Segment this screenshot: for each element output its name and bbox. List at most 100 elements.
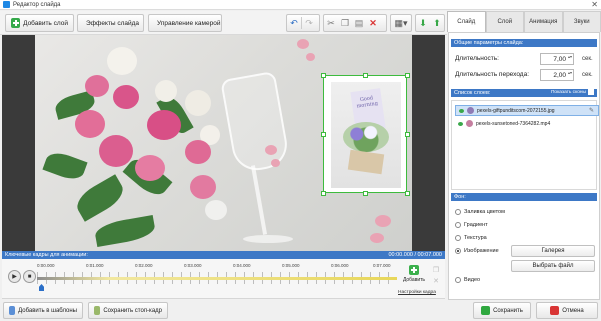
tab-slide[interactable]: Слайд [447, 11, 486, 32]
keyframe-marker[interactable] [39, 284, 44, 291]
window-title: Редактор слайда [13, 1, 61, 8]
duration-field[interactable]: 7,00 [540, 53, 574, 65]
resize-handle[interactable] [405, 191, 410, 196]
delete-keyframe-icon[interactable]: ✕ [432, 278, 440, 286]
pink-rose [135, 155, 165, 181]
save-button[interactable]: Сохранить [473, 302, 531, 319]
edit-icon[interactable]: ✎ [589, 107, 594, 114]
bg-option-video[interactable]: Видео [455, 277, 480, 283]
timeline-bar [37, 277, 397, 280]
bg-option-image[interactable]: Изображение [455, 248, 499, 254]
radio-icon [455, 209, 461, 215]
resize-handle[interactable] [363, 191, 368, 196]
duration-value: 7,00 [553, 55, 566, 63]
petal [297, 39, 309, 49]
petal [375, 215, 391, 227]
add-keyframe-button[interactable]: Добавить [401, 265, 427, 283]
resize-handle[interactable] [321, 73, 326, 78]
layers-section-header: Список слоев: Показать сконы [451, 89, 597, 97]
glass-base [243, 235, 293, 243]
save-still-label: Сохранить стоп-кадр [103, 307, 162, 314]
app-icon [3, 1, 10, 8]
checkmark-icon [481, 306, 491, 315]
petal [271, 159, 280, 167]
timeline-ruler[interactable]: 0:00.000 0:01.000 0:02.000 0:03.000 0:04… [37, 263, 397, 293]
bg-option-label: Градиент [464, 222, 488, 228]
window-close-icon[interactable]: ✕ [591, 0, 598, 10]
visibility-icon[interactable] [459, 108, 464, 113]
resize-handle[interactable] [321, 132, 326, 137]
paste-icon[interactable]: ▤ [352, 15, 366, 31]
tab-layer[interactable]: Слой [485, 11, 524, 32]
resize-handle[interactable] [321, 191, 326, 196]
radio-icon [455, 277, 461, 283]
glass-bowl [220, 70, 291, 175]
cancel-button[interactable]: Отмена [536, 302, 598, 319]
layer-item[interactable]: pexels-giftpunditscom-2072155.jpg ✎ [455, 105, 599, 116]
transition-field[interactable]: 2,00 [540, 69, 574, 81]
tab-sounds[interactable]: Звуки [562, 11, 601, 32]
show-all-checkbox[interactable] [588, 89, 594, 95]
template-icon [9, 306, 16, 315]
tick-label: 0:07.000 [373, 263, 391, 268]
bottom-bar: Добавить в шаблоны Сохранить стоп-кадр С… [0, 300, 601, 321]
stop-button[interactable]: ■ [23, 270, 36, 283]
add-to-templates-button[interactable]: Добавить в шаблоны [3, 302, 83, 319]
general-section-header: Общие параметры слайда: [451, 39, 597, 47]
undo-icon[interactable]: ↶ [287, 15, 301, 31]
cancel-label: Отмена [562, 307, 584, 314]
gallery-button[interactable]: Галерея [511, 245, 595, 257]
add-layer-button[interactable]: Добавить слой [5, 14, 74, 32]
petal [265, 145, 277, 155]
resize-handle[interactable] [405, 132, 410, 137]
tick-label: 0:00.000 [37, 263, 55, 268]
plus-icon [409, 265, 419, 275]
layer-item[interactable]: pexels-sunsetoned-7364282.mp4 [455, 118, 599, 129]
selected-layer-image[interactable]: Good morning [323, 75, 407, 193]
camera-control-button[interactable]: Управление камерой [148, 14, 222, 32]
redo-icon[interactable]: ↷ [302, 15, 316, 31]
bg-option-texture[interactable]: Текстура [455, 235, 487, 241]
tick-label: 0:03.000 [184, 263, 202, 268]
slide-properties-panel: Общие параметры слайда: Длительность: 7,… [448, 32, 600, 300]
copy-icon[interactable]: ❐ [338, 15, 352, 31]
gift-box [347, 149, 385, 175]
resize-handle[interactable] [363, 73, 368, 78]
visibility-icon[interactable] [458, 121, 463, 126]
play-button[interactable]: ▶ [8, 270, 21, 283]
cancel-icon [550, 306, 560, 315]
resize-handle[interactable] [405, 73, 410, 78]
move-down-icon[interactable]: ⬇ [416, 15, 430, 31]
tab-animation[interactable]: Анимация [524, 11, 563, 32]
title-bar: Редактор слайда ✕ [0, 0, 601, 10]
keyframes-timeline: ▶ ■ 0:00.000 0:01.000 0:02.000 0:03.000 … [2, 259, 445, 299]
champagne-glass [220, 45, 293, 251]
copy-keyframe-icon[interactable]: ❐ [432, 267, 440, 275]
leaf [71, 174, 129, 222]
camera-control-label: Управление камерой [157, 19, 221, 27]
show-all-toggle[interactable]: Показать сконы [551, 89, 594, 95]
grid-icon[interactable]: ▦▾ [391, 15, 411, 31]
still-frame-icon [94, 306, 101, 315]
bg-option-gradient[interactable]: Градиент [455, 222, 488, 228]
tick-label: 0:01.000 [86, 263, 104, 268]
delete-icon[interactable]: ✕ [366, 15, 380, 31]
cut-icon[interactable]: ✂ [324, 15, 338, 31]
save-still-button[interactable]: Сохранить стоп-кадр [88, 302, 168, 319]
layer-image: Good morning [331, 82, 401, 188]
layer-name: pexels-giftpunditscom-2072155.jpg [477, 107, 555, 114]
move-up-icon[interactable]: ⬆ [430, 15, 444, 31]
history-group: ↶ ↷ [286, 14, 320, 32]
slide-canvas[interactable]: Good morning [2, 35, 445, 251]
slide-effects-button[interactable]: Эффекты слайда [77, 14, 144, 32]
leaf [42, 148, 88, 184]
edit-group: ✂ ❐ ▤ ✕ [323, 14, 387, 32]
pink-rose [147, 110, 181, 140]
keyframes-header: Ключевые кадры для анимации: 00:00.000 /… [2, 251, 445, 259]
bg-option-color[interactable]: Заливка цветом [455, 209, 505, 215]
transition-value: 2,00 [553, 71, 566, 79]
keyframe-settings-link[interactable]: Настройки кадра [398, 290, 436, 295]
glass-stem [250, 165, 268, 235]
choose-file-button[interactable]: Выбрать файл [511, 260, 595, 272]
pink-rose [85, 75, 109, 97]
